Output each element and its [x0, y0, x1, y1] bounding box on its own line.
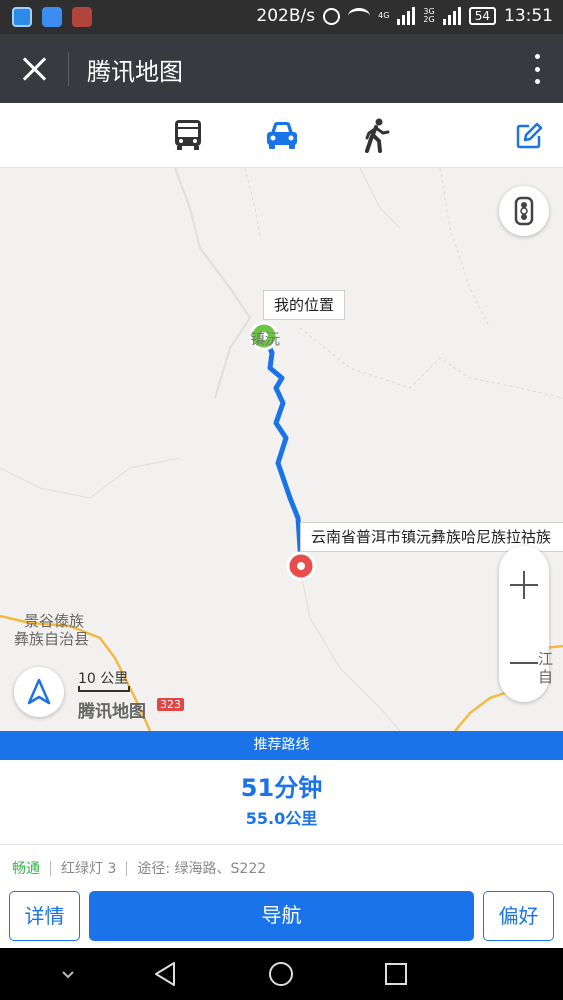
battery-icon: 54 — [468, 7, 496, 25]
info-separator — [126, 860, 128, 876]
signal-bars-icon — [397, 7, 416, 25]
back-button[interactable] — [152, 960, 180, 988]
route-info-row: 畅通 红绿灯 3 途径: 绿海路、S222 — [12, 858, 266, 878]
route-panel[interactable]: 51分钟 55.0公里 畅通 红绿灯 3 途径: 绿海路、S222 详情 导航 … — [0, 760, 563, 948]
start-callout: 我的位置 — [263, 290, 346, 320]
alarm-icon — [323, 7, 341, 25]
details-button[interactable]: 详情 — [9, 891, 80, 941]
highway-badge: 323 — [157, 698, 184, 711]
signal-4g-label: 4G — [378, 11, 390, 20]
notification-app-icon-1 — [12, 7, 32, 27]
scale-bar — [78, 686, 130, 692]
route-divider — [0, 844, 563, 845]
route-duration: 51分钟 — [240, 774, 323, 802]
car-mode-button[interactable] — [264, 117, 300, 153]
route-line — [262, 333, 304, 566]
edit-icon — [516, 122, 543, 149]
page-title: 腾讯地图 — [87, 58, 183, 86]
close-button[interactable] — [18, 52, 52, 86]
route-distance: 55.0公里 — [245, 809, 318, 828]
edit-route-button[interactable] — [515, 122, 543, 150]
locate-me-button[interactable] — [14, 667, 64, 717]
notification-app-icon-3 — [72, 7, 92, 27]
map-logo: 腾讯地图 — [78, 702, 146, 722]
travel-mode-bar — [0, 103, 563, 168]
signal-3g2g-label: 3G 2G — [423, 8, 434, 24]
traffic-status: 畅通 — [12, 861, 40, 877]
car-icon — [267, 122, 297, 149]
title-divider — [68, 52, 69, 86]
home-circle-icon — [269, 962, 293, 986]
map-view[interactable]: 镇沅 我的位置 云南省普洱市镇沅彝族哈尼族拉祜族 景谷傣族 彝族自治县 江 自 … — [0, 168, 563, 731]
walk-mode-button[interactable] — [358, 117, 394, 153]
info-separator — [50, 860, 51, 876]
traffic-toggle-button[interactable] — [499, 186, 549, 236]
place-label-right: 江 自 — [538, 650, 553, 686]
signal-bars-2-icon — [442, 7, 461, 25]
zoom-in-button[interactable] — [499, 546, 549, 624]
place-right-line1: 江 — [538, 650, 554, 668]
preferences-button[interactable]: 偏好 — [483, 891, 554, 941]
route-header: 推荐路线 — [0, 731, 563, 760]
status-right: 202B/s 4G 3G 2G 54 13:51 — [256, 6, 553, 26]
hide-navbar-button[interactable] — [54, 960, 82, 988]
traffic-light-icon — [514, 196, 534, 226]
place-jinggu-line1: 景谷傣族 — [24, 612, 85, 630]
walk-icon — [365, 118, 390, 153]
chevron-down-icon — [62, 971, 74, 979]
navigate-button[interactable]: 导航 — [89, 891, 474, 941]
wifi-icon — [348, 8, 371, 24]
network-speed: 202B/s — [256, 6, 316, 26]
back-triangle-icon — [155, 962, 175, 986]
bus-icon — [175, 120, 201, 150]
more-menu-button[interactable] — [531, 54, 543, 84]
system-nav-bar — [0, 948, 563, 1000]
recent-apps-button[interactable] — [382, 960, 410, 988]
scale-label: 10 公里 — [78, 671, 129, 687]
notification-icons — [12, 7, 92, 27]
title-bar: 腾讯地图 — [0, 34, 563, 103]
place-jinggu-line2: 彝族自治县 — [14, 630, 90, 648]
home-button[interactable] — [267, 960, 295, 988]
recent-square-icon — [385, 963, 407, 985]
notification-shield-icon — [42, 7, 62, 27]
traffic-lights-count: 红绿灯 3 — [61, 861, 117, 877]
bus-mode-button[interactable] — [170, 117, 206, 153]
clock: 13:51 — [504, 6, 553, 26]
place-label-jinggu: 景谷傣族 彝族自治县 — [14, 612, 89, 648]
navigation-arrow-icon — [27, 678, 51, 705]
status-bar: 202B/s 4G 3G 2G 54 13:51 — [0, 0, 563, 34]
signal-2g-label: 2G — [423, 15, 435, 24]
place-right-line2: 自 — [538, 668, 554, 686]
route-via: 途径: 绿海路、S222 — [137, 861, 267, 877]
place-label-start-town: 镇沅 — [250, 330, 281, 348]
